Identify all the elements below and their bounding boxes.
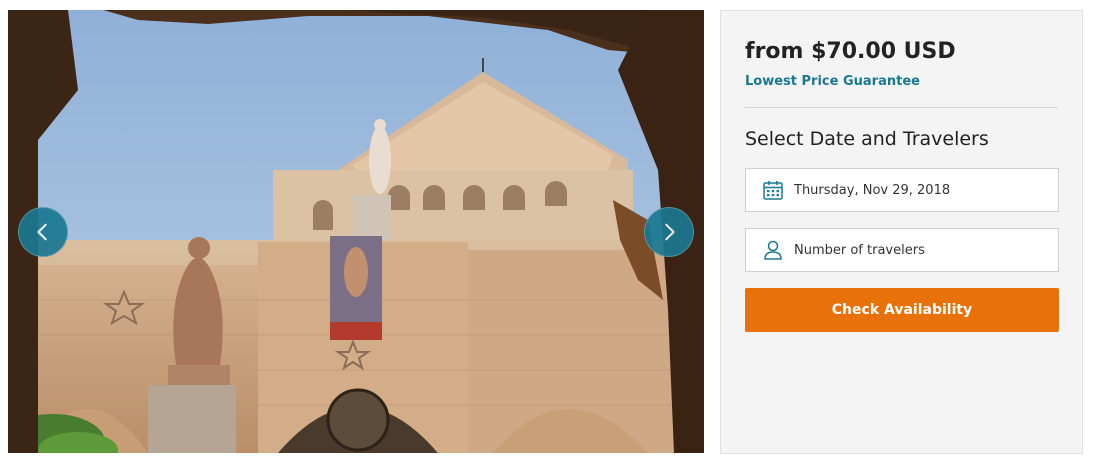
chevron-left-icon xyxy=(37,223,47,241)
selected-date: Thursday, Nov 29, 2018 xyxy=(794,182,951,198)
section-title: Select Date and Travelers xyxy=(745,128,989,150)
travelers-placeholder: Number of travelers xyxy=(794,242,925,258)
booking-panel: from $70.00 USD Lowest Price Guarantee S… xyxy=(720,10,1083,454)
chevron-right-icon xyxy=(665,223,675,241)
price-label: from $70.00 USD xyxy=(745,39,956,64)
previous-photo-button[interactable] xyxy=(18,207,68,257)
next-photo-button[interactable] xyxy=(644,207,694,257)
person-icon xyxy=(762,239,784,261)
travelers-field[interactable]: Number of travelers xyxy=(745,228,1059,272)
photo-gallery xyxy=(8,10,704,453)
church-courtyard-photo xyxy=(8,10,704,453)
lowest-price-guarantee-link[interactable]: Lowest Price Guarantee xyxy=(745,74,920,89)
divider xyxy=(745,107,1058,108)
date-picker-field[interactable]: Thursday, Nov 29, 2018 xyxy=(745,168,1059,212)
calendar-icon xyxy=(762,179,784,201)
check-availability-button[interactable]: Check Availability xyxy=(745,288,1059,332)
